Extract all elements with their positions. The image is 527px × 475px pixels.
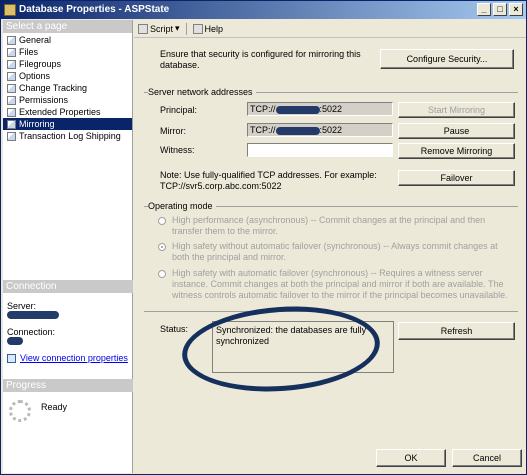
mirror-host-redacted — [275, 126, 320, 135]
progress-spinner-icon — [9, 400, 31, 422]
page-files[interactable]: Files — [3, 46, 132, 58]
dialog-button-bar: OK Cancel — [134, 441, 526, 474]
remove-mirroring-button[interactable]: Remove Mirroring — [398, 143, 515, 159]
mode-high-safety-text: High safety without automatic failover (… — [172, 241, 498, 262]
witness-label: Witness: — [160, 145, 195, 155]
address-note: Note: Use fully-qualified TCP addresses.… — [160, 170, 377, 180]
view-connection-properties-link[interactable]: View connection properties — [20, 353, 128, 363]
toolbar-separator — [185, 22, 187, 35]
window-title: Database Properties - ASPState — [19, 4, 170, 15]
chevron-down-icon[interactable]: ▾ — [175, 23, 180, 34]
failover-button[interactable]: Failover — [398, 170, 515, 186]
mode-high-safety-failover-radio[interactable] — [158, 270, 166, 278]
progress-header: Progress — [3, 379, 133, 392]
toolbar: Script ▾ Help — [134, 20, 526, 38]
configure-security-button[interactable]: Configure Security... — [380, 49, 514, 69]
page-options[interactable]: Options — [3, 70, 132, 82]
page-icon — [7, 35, 16, 45]
pause-button[interactable]: Pause — [398, 123, 515, 139]
page-list: General Files Filegroups Options Change … — [3, 33, 132, 142]
witness-address-input[interactable] — [247, 143, 393, 157]
principal-address-field[interactable]: TCP://:5022 — [247, 102, 393, 116]
page-extended-properties[interactable]: Extended Properties — [3, 106, 132, 118]
connection-value-redacted — [7, 337, 23, 345]
principal-host-redacted — [275, 105, 320, 114]
server-addresses-label: Server network addresses — [148, 87, 256, 97]
page-icon — [7, 59, 16, 69]
help-button[interactable]: Help — [192, 23, 223, 34]
database-properties-window: Database Properties - ASPState _ □ × Sel… — [0, 0, 527, 475]
progress-status: Ready — [41, 402, 68, 412]
minimize-button[interactable]: _ — [477, 3, 491, 16]
window-controls: _ □ × — [477, 3, 523, 16]
connection-label: Connection: — [7, 327, 56, 337]
maximize-button[interactable]: □ — [493, 3, 507, 16]
principal-label: Principal: — [160, 105, 198, 115]
help-icon — [192, 23, 203, 34]
script-button[interactable]: Script ▾ — [138, 23, 180, 34]
mirror-address-field[interactable]: TCP://:5022 — [247, 123, 393, 137]
page-transaction-log-shipping[interactable]: Transaction Log Shipping — [3, 130, 132, 142]
cancel-button[interactable]: Cancel — [452, 449, 522, 467]
script-icon — [138, 23, 148, 34]
title-bar[interactable]: Database Properties - ASPState _ □ × — [1, 1, 526, 19]
server-label: Server: — [7, 301, 37, 311]
page-icon — [7, 131, 16, 141]
page-icon — [7, 119, 16, 129]
page-change-tracking[interactable]: Change Tracking — [3, 82, 132, 94]
address-note-example: TCP://svr5.corp.abc.com:5022 — [160, 181, 282, 191]
close-button[interactable]: × — [509, 3, 523, 16]
left-pane: Select a page General Files Filegroups O… — [3, 20, 133, 473]
mode-high-safety-failover-text: High safety with automatic failover (syn… — [172, 268, 508, 300]
page-permissions[interactable]: Permissions — [3, 94, 132, 106]
status-label: Status: — [160, 324, 189, 334]
connection-header: Connection — [3, 280, 133, 293]
properties-icon — [7, 353, 16, 363]
start-mirroring-button[interactable]: Start Mirroring — [398, 102, 515, 118]
security-note: Ensure that security is configured for m… — [160, 49, 361, 70]
mode-high-performance-radio[interactable] — [158, 217, 166, 225]
mirror-label: Mirror: — [160, 126, 186, 136]
page-icon — [7, 47, 16, 57]
server-value-redacted — [7, 311, 59, 319]
mirroring-page: Ensure that security is configured for m… — [134, 39, 526, 439]
database-icon — [4, 4, 16, 16]
page-filegroups[interactable]: Filegroups — [3, 58, 132, 70]
progress-section: Progress Ready — [3, 379, 133, 430]
mode-high-performance-text: High performance (asynchronous) -- Commi… — [172, 215, 486, 236]
page-icon — [7, 95, 16, 105]
page-icon — [7, 83, 16, 93]
select-page-header: Select a page — [3, 20, 132, 33]
refresh-button[interactable]: Refresh — [398, 322, 515, 340]
operating-mode-label: Operating mode — [148, 201, 216, 211]
page-mirroring[interactable]: Mirroring — [3, 118, 132, 130]
annotation-ellipse — [179, 300, 383, 398]
connection-section: Connection Server: Connection: View conn… — [3, 280, 133, 367]
mode-high-safety-radio[interactable] — [158, 243, 166, 251]
page-general[interactable]: General — [3, 34, 132, 46]
page-icon — [7, 71, 16, 81]
page-icon — [7, 107, 16, 117]
ok-button[interactable]: OK — [376, 449, 446, 467]
